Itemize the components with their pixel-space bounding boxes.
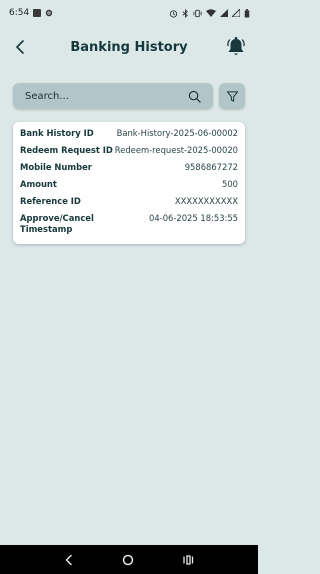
field-value: 9586867272: [184, 162, 238, 172]
field-label: Approve/Cancel Timestamp: [20, 213, 94, 234]
nav-back-icon[interactable]: [64, 554, 74, 566]
field-row-bank-history-id: Bank History ID Bank-History-2025-06-000…: [20, 128, 238, 145]
field-row-amount: Amount 500: [20, 179, 238, 196]
status-right: [169, 8, 250, 18]
app-header: Banking History: [0, 30, 258, 64]
nav-home-icon[interactable]: [122, 554, 134, 566]
field-label: Mobile Number: [20, 162, 92, 172]
alarm-icon: [169, 9, 178, 18]
search-row: Search...: [13, 83, 245, 109]
banking-history-card[interactable]: Bank History ID Bank-History-2025-06-000…: [13, 122, 245, 244]
field-value: Redeem-request-2025-00020: [114, 145, 238, 155]
back-button[interactable]: [12, 38, 28, 56]
nav-recents-icon[interactable]: [182, 554, 194, 566]
notifications-button[interactable]: [226, 36, 246, 58]
notification-bell-icon: [227, 37, 245, 55]
field-value: XXXXXXXXXXX: [174, 196, 238, 206]
battery-icon: [244, 8, 250, 18]
signal-icon: [232, 9, 240, 17]
search-placeholder: Search...: [25, 90, 69, 102]
field-value: Bank-History-2025-06-00002: [116, 128, 238, 138]
wifi-icon: [206, 9, 216, 17]
field-row-redeem-request-id: Redeem Request ID Redeem-request-2025-00…: [20, 145, 238, 162]
filter-button[interactable]: [219, 83, 245, 109]
field-value: 500: [222, 179, 238, 189]
app-square-icon: [33, 9, 42, 17]
field-label: Bank History ID: [20, 128, 94, 138]
field-value: 04-06-2025 18:53:55: [149, 213, 238, 223]
filter-funnel-icon: [226, 90, 238, 102]
field-label: Amount: [20, 179, 57, 189]
signal-icon: [220, 9, 228, 17]
status-time: 6:54: [9, 8, 30, 18]
bluetooth-icon: [182, 8, 188, 18]
field-row-reference-id: Reference ID XXXXXXXXXXX: [20, 196, 238, 213]
status-bar: 6:54: [0, 0, 258, 26]
vibrate-icon: [193, 9, 202, 17]
system-nav-bar: [0, 545, 258, 574]
field-row-mobile-number: Mobile Number 9586867272: [20, 162, 238, 179]
settings-gear-icon: [46, 9, 53, 17]
search-icon[interactable]: [188, 90, 201, 103]
field-label: Reference ID: [20, 196, 81, 206]
search-input[interactable]: Search...: [13, 83, 214, 109]
field-label: Redeem Request ID: [20, 145, 113, 155]
page-title: Banking History: [70, 39, 188, 55]
back-arrow-icon: [16, 40, 24, 54]
field-row-timestamp: Approve/Cancel Timestamp 04-06-2025 18:5…: [20, 213, 238, 239]
status-left: 6:54: [9, 8, 53, 18]
